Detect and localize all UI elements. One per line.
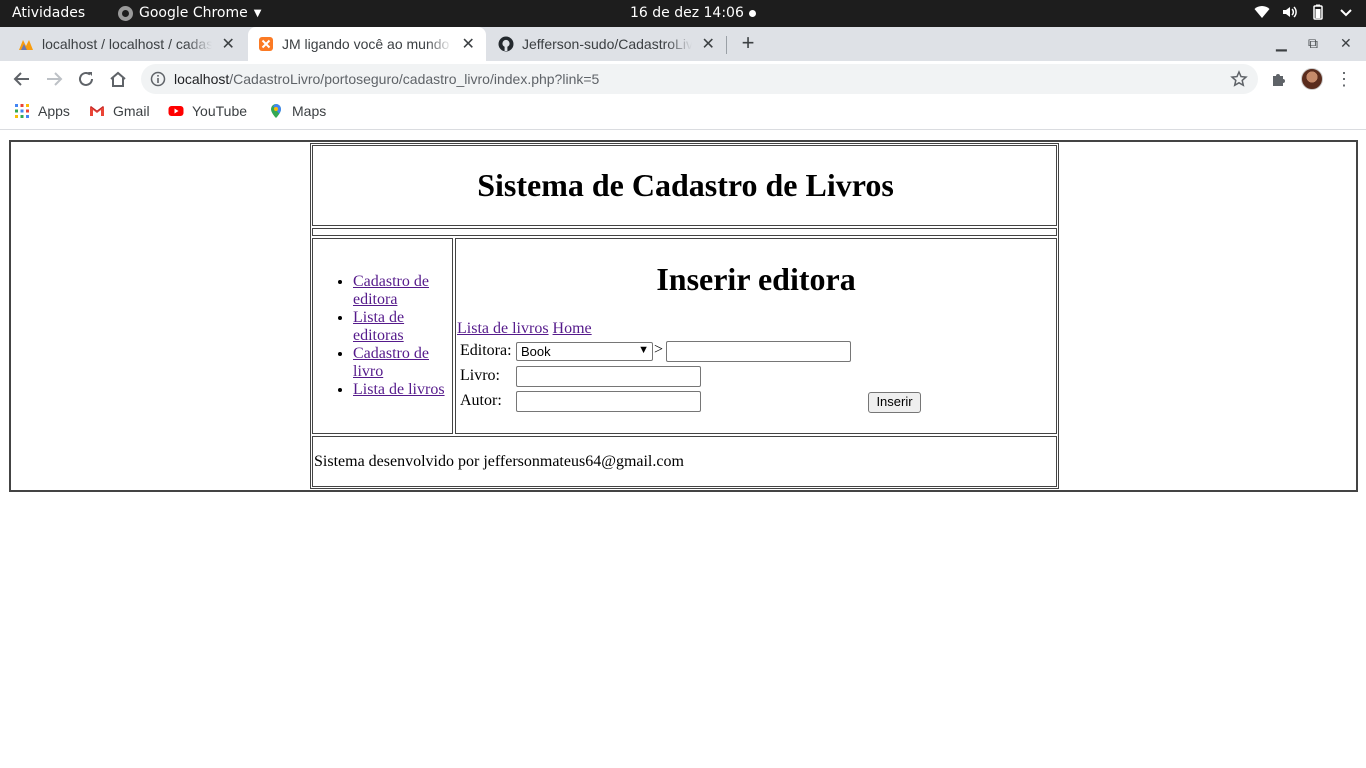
menu-item: Lista de livros <box>353 381 449 399</box>
address-bar[interactable]: localhost/CadastroLivro/portoseguro/cada… <box>141 64 1258 94</box>
chevron-down-icon: ▼ <box>638 344 649 356</box>
bookmark-maps[interactable]: Maps <box>268 103 326 119</box>
menu-kebab-icon[interactable]: ⋮ <box>1335 69 1353 90</box>
reload-icon[interactable] <box>74 67 98 91</box>
clock[interactable]: 16 de dez 14:06 <box>630 5 744 21</box>
maps-pin-icon <box>271 104 281 118</box>
close-window-icon[interactable]: ✕ <box>1340 35 1352 52</box>
content-links: Lista de livros Home <box>457 320 592 338</box>
volume-icon <box>1283 6 1297 18</box>
tab-phpmyadmin[interactable]: localhost / localhost / cadastro ✕ <box>8 27 246 61</box>
battery-icon <box>1313 4 1323 20</box>
close-tab-icon[interactable]: ✕ <box>460 34 476 54</box>
url-text: localhost/CadastroLivro/portoseguro/cada… <box>174 71 600 87</box>
extensions-puzzle-icon[interactable] <box>1270 70 1288 88</box>
separator-text: > <box>654 341 664 358</box>
bookmark-label: Gmail <box>113 103 150 119</box>
editora-label: Editora: <box>460 342 512 359</box>
restore-icon[interactable]: ⧉ <box>1308 35 1318 52</box>
bookmark-youtube[interactable]: YouTube <box>168 103 247 119</box>
browser-toolbar: localhost/CadastroLivro/portoseguro/cada… <box>0 61 1366 97</box>
bookmark-apps[interactable]: Apps <box>14 103 70 119</box>
spacer-cell <box>312 228 1057 236</box>
close-tab-icon[interactable]: ✕ <box>220 34 236 54</box>
github-icon <box>498 36 514 52</box>
new-tab-plus-icon[interactable]: + <box>737 32 759 54</box>
tab-jm[interactable]: JM ligando você ao mundo ✕ <box>248 27 486 61</box>
tab-title: Jefferson-sudo/CadastroLivro <box>522 36 693 52</box>
tab-title: localhost / localhost / cadastro <box>42 36 213 52</box>
notification-dot-icon <box>749 10 756 17</box>
menu-link-lista-editoras[interactable]: Lista de editoras <box>353 309 404 344</box>
bookmarks-bar: Apps Gmail YouTube Maps <box>0 97 1366 130</box>
home-icon[interactable] <box>106 67 130 91</box>
chrome-icon <box>118 5 133 21</box>
editora-text-input[interactable] <box>666 341 851 362</box>
activities-button[interactable]: Atividades <box>12 5 85 21</box>
editora-selected-value: Book <box>521 344 551 359</box>
content-cell: Inserir editora Lista de livros Home Edi… <box>455 238 1057 434</box>
tab-github[interactable]: Jefferson-sudo/CadastroLivro ✕ <box>488 27 726 61</box>
menu-item: Lista de editoras <box>353 309 449 345</box>
footer-cell: Sistema desenvolvido por jeffersonmateus… <box>312 436 1057 487</box>
layout-table: Sistema de Cadastro de Livros Cadastro d… <box>310 143 1059 489</box>
tab-divider <box>726 36 727 54</box>
autor-label: Autor: <box>460 392 502 409</box>
app-menu-label: Google Chrome <box>139 5 248 21</box>
bookmark-label: Maps <box>292 103 327 119</box>
close-tab-icon[interactable]: ✕ <box>700 34 716 54</box>
menu-item: Cadastro de livro <box>353 345 449 381</box>
livro-input[interactable] <box>516 366 701 387</box>
site-title: Sistema de Cadastro de Livros <box>477 167 894 203</box>
apps-grid-icon <box>15 104 29 118</box>
bookmark-star-icon[interactable] <box>1230 70 1248 88</box>
system-tray[interactable] <box>1254 4 1354 20</box>
menu-item: Cadastro de editora <box>353 273 449 309</box>
menu-link-cadastro-editora[interactable]: Cadastro de editora <box>353 273 429 308</box>
wifi-icon <box>1254 6 1270 18</box>
chevron-down-icon <box>1340 9 1352 17</box>
bookmark-gmail[interactable]: Gmail <box>89 103 150 119</box>
bookmark-label: YouTube <box>192 103 248 119</box>
minimize-icon[interactable]: ▁ <box>1276 35 1287 52</box>
header-cell: Sistema de Cadastro de Livros <box>312 145 1057 226</box>
form-title: Inserir editora <box>656 261 856 297</box>
back-arrow-icon[interactable] <box>10 67 34 91</box>
link-lista-livros[interactable]: Lista de livros <box>457 320 549 337</box>
info-icon[interactable] <box>150 71 166 87</box>
footer-text: Sistema desenvolvido por jeffersonmateus… <box>314 453 684 470</box>
web-page: Sistema de Cadastro de Livros Cadastro d… <box>0 131 1366 768</box>
youtube-icon <box>168 106 184 116</box>
bookmark-label: Apps <box>38 103 70 119</box>
xampp-icon <box>258 36 274 52</box>
inserir-button[interactable]: Inserir <box>868 392 921 413</box>
link-home[interactable]: Home <box>553 320 592 337</box>
autor-input[interactable] <box>516 391 701 412</box>
forward-arrow-icon[interactable] <box>42 67 66 91</box>
menu-link-cadastro-livro[interactable]: Cadastro de livro <box>353 345 429 380</box>
menu-cell: Cadastro de editora Lista de editoras Ca… <box>312 238 453 434</box>
tab-title: JM ligando você ao mundo <box>282 36 450 52</box>
system-top-bar: Atividades Google Chrome ▼ 16 de dez 14:… <box>0 0 1366 27</box>
outer-table: Sistema de Cadastro de Livros Cadastro d… <box>9 140 1358 492</box>
phpmyadmin-icon <box>18 36 34 52</box>
livro-label: Livro: <box>460 367 500 384</box>
tab-strip: localhost / localhost / cadastro ✕ JM li… <box>0 27 1366 61</box>
gmail-icon <box>90 106 104 116</box>
caret-down-icon: ▼ <box>253 7 262 19</box>
side-menu: Cadastro de editora Lista de editoras Ca… <box>313 273 449 399</box>
menu-link-lista-livros[interactable]: Lista de livros <box>353 381 445 398</box>
profile-avatar[interactable] <box>1301 68 1323 90</box>
app-menu[interactable]: Google Chrome ▼ <box>118 5 261 21</box>
editora-select[interactable]: Book ▼ <box>516 342 653 361</box>
